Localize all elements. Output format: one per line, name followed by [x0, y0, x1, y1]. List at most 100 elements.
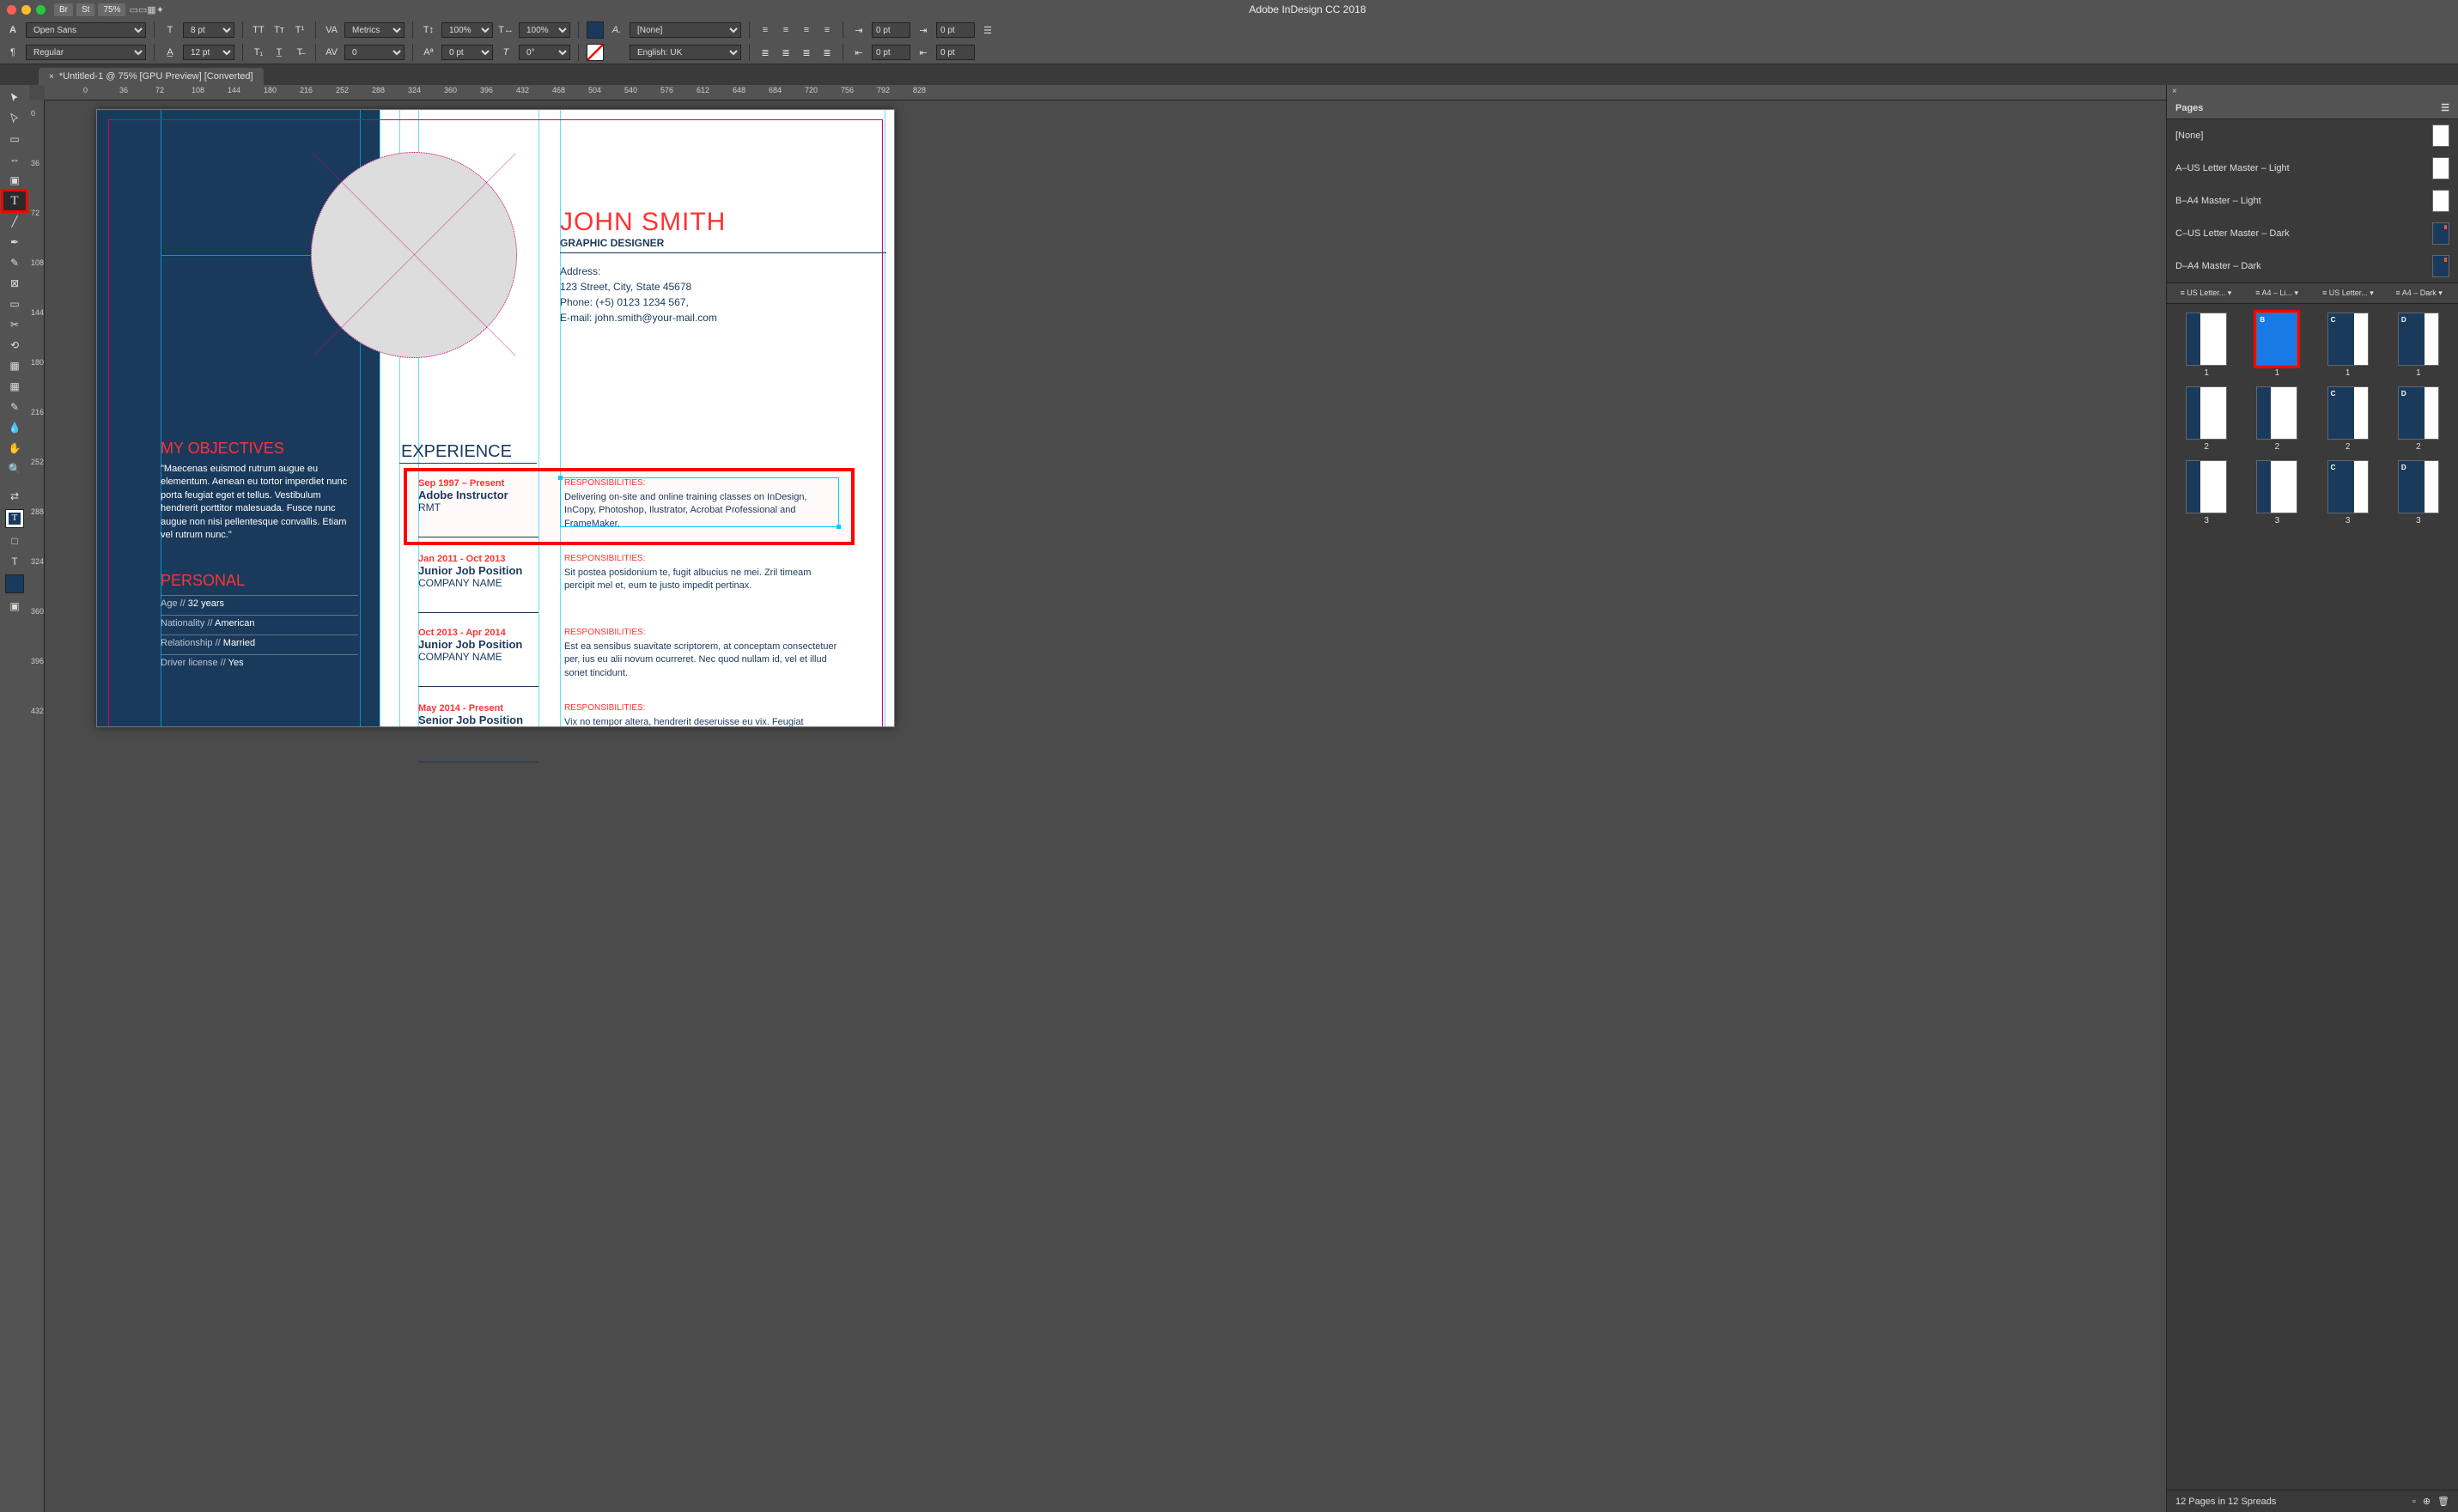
superscript-icon[interactable]: T¹ — [292, 22, 307, 38]
strike-icon[interactable]: T̶ — [292, 45, 307, 60]
document-page[interactable]: JOHN SMITH GRAPHIC DESIGNER Address: 123… — [96, 109, 895, 727]
gpu-icon[interactable]: ✦ — [156, 4, 164, 15]
experience-item[interactable]: Jan 2011 - Oct 2013Junior Job PositionCO… — [418, 554, 891, 589]
apply-color[interactable]: □ — [3, 531, 26, 550]
close-tab-icon[interactable]: × — [49, 72, 54, 82]
arrange-icon[interactable]: ▭ — [129, 4, 137, 15]
master-page-row[interactable]: C–US Letter Master – Dark — [2167, 217, 2458, 250]
align-left-icon[interactable]: ≡ — [757, 22, 773, 38]
smallcaps-icon[interactable]: Tᴛ — [271, 22, 287, 38]
char-format-icon[interactable]: A — [5, 22, 21, 38]
vertical-ruler[interactable]: 03672108144180216252288324360396432 — [29, 100, 45, 1512]
text-frame-selection[interactable] — [560, 477, 839, 527]
indent-left[interactable] — [872, 22, 910, 38]
scissors-tool[interactable]: ✂ — [3, 315, 26, 334]
line-tool[interactable]: ╱ — [3, 212, 26, 231]
align-right-icon[interactable]: ≡ — [799, 22, 814, 38]
underline-icon[interactable]: T̲ — [271, 45, 287, 60]
font-size[interactable]: 8 pt — [183, 22, 234, 38]
direct-selection-tool[interactable] — [3, 109, 26, 128]
content-collector-tool[interactable]: ▣ — [3, 171, 26, 190]
gradient-feather-tool[interactable]: ▦ — [3, 377, 26, 396]
page-thumbnail[interactable]: A3 — [2175, 460, 2237, 525]
screen-mode-icon[interactable]: ▭ — [138, 4, 147, 15]
page-thumbnail[interactable]: C3 — [2317, 460, 2379, 525]
panel-menu-icon[interactable]: ☰ — [980, 22, 995, 38]
bridge-button[interactable]: Br — [54, 3, 73, 16]
zoom-dropdown[interactable]: 75% — [98, 3, 125, 16]
leading[interactable]: 12 pt — [183, 45, 234, 60]
baseline[interactable]: 0 pt — [441, 45, 493, 60]
font-style[interactable]: Regular — [26, 45, 146, 60]
minimize-window[interactable] — [21, 5, 31, 15]
variant-tab[interactable]: ≡ US Letter... ▾ — [2172, 288, 2240, 298]
note-tool[interactable]: ✎ — [3, 398, 26, 416]
justify-all-right-icon[interactable]: ≣ — [799, 45, 814, 60]
type-tool[interactable]: T — [3, 191, 26, 210]
panel-close-icon[interactable]: × — [2172, 87, 2177, 96]
hscale[interactable]: 100% — [519, 22, 570, 38]
edit-page-size-icon[interactable]: ▫ — [2412, 1497, 2416, 1507]
justify-all-center-icon[interactable]: ≣ — [778, 45, 794, 60]
vscale[interactable]: 100% — [441, 22, 493, 38]
experience-item[interactable]: May 2014 - PresentSenior Job PositionRES… — [418, 703, 891, 726]
align-center-icon[interactable]: ≡ — [778, 22, 794, 38]
canvas[interactable]: JOHN SMITH GRAPHIC DESIGNER Address: 123… — [45, 100, 2166, 1512]
color-mode[interactable] — [5, 574, 24, 593]
text-fill[interactable] — [587, 21, 604, 39]
tracking[interactable]: 0 — [344, 45, 405, 60]
page-thumbnail[interactable]: C1 — [2317, 313, 2379, 378]
subscript-icon[interactable]: T₁ — [251, 45, 266, 60]
justify-all-icon[interactable]: ≣ — [819, 45, 835, 60]
pen-tool[interactable]: ✒ — [3, 233, 26, 252]
indent-last[interactable] — [936, 45, 975, 60]
justify-icon[interactable]: ≡ — [819, 22, 835, 38]
kerning[interactable]: Metrics — [344, 22, 405, 38]
document-tab[interactable]: × *Untitled-1 @ 75% [GPU Preview] [Conve… — [39, 68, 264, 85]
page-thumbnail[interactable]: B2 — [2246, 386, 2308, 452]
char-style[interactable]: [None] — [630, 22, 741, 38]
indent-first[interactable] — [936, 22, 975, 38]
master-page-row[interactable]: D–A4 Master – Dark — [2167, 250, 2458, 282]
photo-frame[interactable] — [311, 152, 517, 358]
delete-page-icon[interactable]: 🗑 — [2437, 1496, 2449, 1507]
gap-tool[interactable]: ⇔ — [3, 150, 26, 169]
experience-item[interactable]: Oct 2013 - Apr 2014Junior Job PositionCO… — [418, 628, 891, 663]
page-thumbnail[interactable]: A2 — [2175, 386, 2237, 452]
skew[interactable]: 0° — [519, 45, 570, 60]
eyedropper-tool[interactable]: 💧 — [3, 418, 26, 437]
fill-swatch[interactable]: T — [5, 509, 24, 528]
font-family[interactable]: Open Sans — [26, 22, 146, 38]
maximize-window[interactable] — [36, 5, 46, 15]
rectangle-tool[interactable]: ▭ — [3, 295, 26, 313]
justify-all-left-icon[interactable]: ≣ — [757, 45, 773, 60]
new-page-icon[interactable]: ⊕ — [2423, 1496, 2431, 1507]
pencil-tool[interactable]: ✎ — [3, 253, 26, 272]
gradient-swatch-tool[interactable]: ▦ — [3, 356, 26, 375]
page-thumbnail[interactable]: B1 — [2246, 313, 2308, 378]
horizontal-ruler[interactable]: 0367210814418021625228832436039643246850… — [45, 85, 2166, 100]
close-window[interactable] — [7, 5, 16, 15]
stock-button[interactable]: St — [76, 3, 94, 16]
view-mode[interactable]: ▣ — [3, 597, 26, 616]
page-thumbnail[interactable]: D1 — [2388, 313, 2449, 378]
page-thumbnail[interactable]: C2 — [2317, 386, 2379, 452]
page-thumbnail[interactable]: A1 — [2175, 313, 2237, 378]
zoom-tool[interactable]: 🔍 — [3, 459, 26, 478]
page-variant-tabs[interactable]: ≡ US Letter... ▾≡ A4 – Li... ▾≡ US Lette… — [2167, 282, 2458, 304]
rectangle-frame-tool[interactable]: ⊠ — [3, 274, 26, 293]
free-transform-tool[interactable]: ⟲ — [3, 336, 26, 355]
fill-stroke-swap[interactable]: ⇄ — [3, 487, 26, 506]
page-tool[interactable]: ▭ — [3, 130, 26, 149]
master-page-row[interactable]: B–A4 Master – Light — [2167, 185, 2458, 217]
text-stroke[interactable] — [587, 44, 604, 61]
panel-menu-icon[interactable]: ☰ — [2441, 102, 2449, 113]
formatting-text[interactable]: T — [3, 552, 26, 571]
variant-tab[interactable]: ≡ US Letter... ▾ — [2315, 288, 2382, 298]
page-thumbnail[interactable]: B3 — [2246, 460, 2308, 525]
indent-right[interactable] — [872, 45, 910, 60]
page-thumbnail[interactable]: D2 — [2388, 386, 2449, 452]
view-options-icon[interactable]: ▦ — [147, 4, 155, 15]
variant-tab[interactable]: ≡ A4 – Li... ▾ — [2243, 288, 2311, 298]
variant-tab[interactable]: ≡ A4 – Dark ▾ — [2385, 288, 2453, 298]
